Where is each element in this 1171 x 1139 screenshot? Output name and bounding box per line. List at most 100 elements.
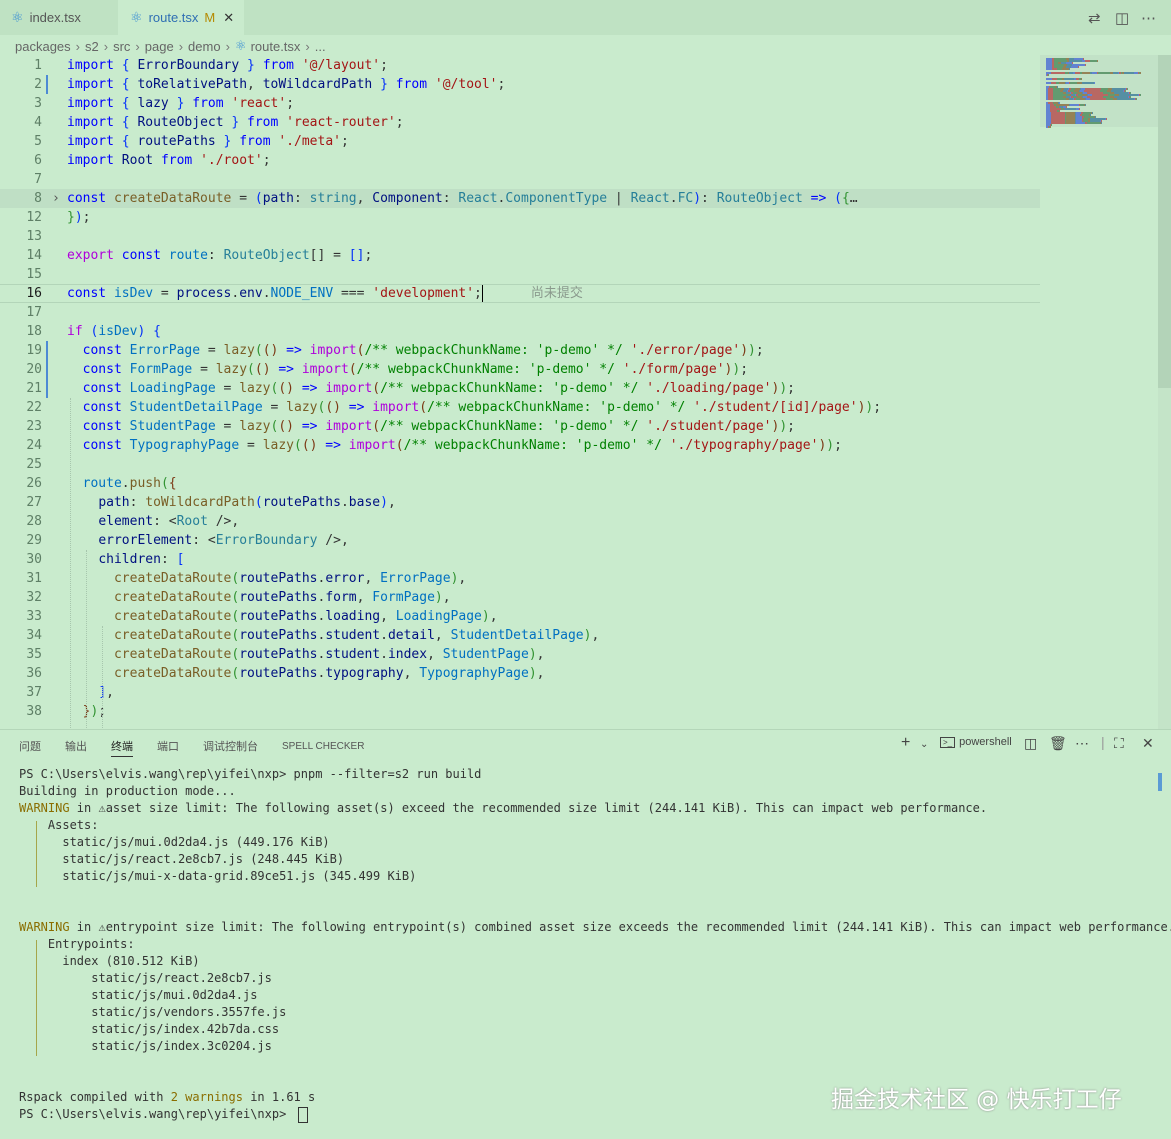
split-terminal-icon[interactable]: ◫ bbox=[1024, 735, 1037, 752]
minimap[interactable] bbox=[1040, 55, 1158, 128]
trash-icon[interactable]: 🗑 bbox=[1049, 735, 1067, 752]
breadcrumb-item[interactable]: s2 bbox=[85, 39, 99, 54]
code-line[interactable]: 37 ], bbox=[0, 683, 1040, 702]
code-line[interactable]: 1 import { ErrorBoundary } from '@/layout… bbox=[0, 56, 1040, 75]
code-line[interactable]: 13 bbox=[0, 227, 1040, 246]
terminal-text: static/js/index.42b7da.css bbox=[19, 1022, 280, 1036]
code-line[interactable]: 36 createDataRoute(routePaths.typography… bbox=[0, 664, 1040, 683]
code-line[interactable]: 32 createDataRoute(routePaths.form, Form… bbox=[0, 588, 1040, 607]
editor-scrollbar-thumb[interactable] bbox=[1158, 55, 1171, 388]
tab-output[interactable]: 输出 bbox=[65, 738, 87, 756]
code-token: 'p-demo' bbox=[575, 438, 639, 453]
maximize-panel-icon[interactable]: ⛶ bbox=[1114, 735, 1124, 752]
code-line[interactable]: 21 const LoadingPage = lazy (() => import… bbox=[0, 379, 1040, 398]
code-token: element bbox=[98, 514, 154, 529]
tab-spell-checker[interactable]: SPELL CHECKER bbox=[282, 738, 364, 756]
line-number: 20 bbox=[26, 362, 42, 377]
code-line[interactable]: 19 const ErrorPage = lazy(() => import(/… bbox=[0, 341, 1040, 360]
code-line[interactable]: 30 children: [ bbox=[0, 550, 1040, 569]
code-token: ) bbox=[740, 343, 749, 358]
terminal-text: static/js/mui.0d2da4.js bbox=[19, 988, 258, 1002]
code-token: RouteObject bbox=[716, 191, 803, 206]
more-actions-icon[interactable]: ⋯ bbox=[1075, 735, 1089, 752]
code-line[interactable]: 12}); bbox=[0, 208, 1040, 227]
breadcrumb-item[interactable]: route.tsx bbox=[251, 39, 301, 54]
code-token: < bbox=[168, 514, 177, 529]
code-line[interactable]: 14 export const route: RouteObject[] = []… bbox=[0, 246, 1040, 265]
terminal-text: Rspack compiled with bbox=[19, 1090, 171, 1104]
chevron-down-icon[interactable]: ⌄ bbox=[920, 739, 928, 750]
code-token: } bbox=[239, 58, 263, 73]
code-line[interactable]: 20 const FormPage = lazy(() => import(/*… bbox=[0, 360, 1040, 379]
code-token: : bbox=[153, 514, 169, 529]
more-actions-icon[interactable]: ⋯ bbox=[1141, 0, 1156, 35]
minimap-token bbox=[1082, 72, 1090, 74]
compare-changes-icon[interactable]: ⇄ bbox=[1088, 0, 1101, 35]
code-token: routePaths bbox=[239, 666, 318, 681]
code-line[interactable]: 17 bbox=[0, 303, 1040, 322]
breadcrumb-item[interactable]: demo bbox=[188, 39, 221, 54]
breadcrumb-item[interactable]: ... bbox=[315, 39, 326, 54]
code-line[interactable]: 29 errorElement: <ErrorBoundary />, bbox=[0, 531, 1040, 550]
code-token: import bbox=[309, 343, 357, 358]
line-number: 32 bbox=[26, 590, 42, 605]
breadcrumb-item[interactable]: packages bbox=[15, 39, 71, 54]
code-line[interactable]: 28 element: <Root />, bbox=[0, 512, 1040, 531]
code-text: const StudentDetailPage = lazy (() => imp… bbox=[67, 398, 881, 417]
terminal-text: static/js/index.3c0204.js bbox=[19, 1039, 272, 1053]
terminal-selector[interactable]: >_ powershell bbox=[940, 736, 1012, 748]
close-icon[interactable]: ✕ bbox=[223, 10, 234, 26]
code-token: import bbox=[301, 362, 349, 377]
tab-problems[interactable]: 问题 bbox=[19, 738, 41, 756]
code-editor[interactable]: 1 import { ErrorBoundary } from '@/layout… bbox=[0, 55, 1171, 730]
code-line[interactable]: 33 createDataRoute(routePaths.loading, L… bbox=[0, 607, 1040, 626]
code-token: React bbox=[630, 191, 670, 206]
code-token: => bbox=[294, 419, 326, 434]
new-terminal-icon[interactable]: + bbox=[901, 734, 910, 752]
breadcrumb-item[interactable]: src bbox=[113, 39, 130, 54]
code-line[interactable]: 34 createDataRoute(routePaths.student.de… bbox=[0, 626, 1040, 645]
code-token: ) bbox=[779, 381, 788, 396]
close-panel-icon[interactable]: ✕ bbox=[1142, 735, 1154, 752]
code-line[interactable]: 31 createDataRoute(routePaths.error, Err… bbox=[0, 569, 1040, 588]
line-number: 31 bbox=[26, 571, 42, 586]
code-line[interactable]: 18 if (isDev) { bbox=[0, 322, 1040, 341]
git-change-marker[interactable] bbox=[46, 341, 48, 398]
code-token: detail bbox=[387, 628, 435, 643]
code-line[interactable]: 4 import { RouteObject } from 'react-rout… bbox=[0, 113, 1040, 132]
code-line[interactable]: 8 › const createDataRoute = (path: string,… bbox=[0, 189, 1040, 208]
tab-ports[interactable]: 端口 bbox=[157, 738, 179, 756]
code-token: { bbox=[841, 191, 850, 206]
code-token: = bbox=[153, 286, 177, 301]
git-change-marker[interactable] bbox=[46, 75, 48, 94]
split-editor-icon[interactable]: ◫ bbox=[1115, 0, 1129, 35]
code-line[interactable]: 6 import Root from './root'; bbox=[0, 151, 1040, 170]
tab-index-tsx[interactable]: ⚛ index.tsx bbox=[0, 0, 118, 35]
code-line[interactable]: 26 route.push({ bbox=[0, 474, 1040, 493]
terminal-line: PS C:\Users\elvis.wang\rep\yifei\nxp> bbox=[19, 1106, 308, 1123]
code-line[interactable]: 15 bbox=[0, 265, 1040, 284]
terminal-line: Building in production mode... bbox=[19, 783, 236, 800]
fold-chevron-icon[interactable]: › bbox=[52, 189, 60, 208]
code-line[interactable]: 25 bbox=[0, 455, 1040, 474]
breadcrumb-item[interactable]: page bbox=[145, 39, 174, 54]
code-line[interactable]: 7 bbox=[0, 170, 1040, 189]
code-line[interactable]: 5 import { routePaths } from './meta'; bbox=[0, 132, 1040, 151]
code-line[interactable]: 2 import { toRelativePath, toWildcardPath… bbox=[0, 75, 1040, 94]
code-token: => bbox=[802, 191, 835, 206]
code-line[interactable]: 16 const isDev = process.env.NODE_ENV ===… bbox=[0, 284, 1040, 303]
code-line[interactable]: 23 const StudentPage = lazy (() => import… bbox=[0, 417, 1040, 436]
code-token: => bbox=[278, 343, 310, 358]
code-line[interactable]: 3 import { lazy } from 'react'; bbox=[0, 94, 1040, 113]
code-token: webpackChunkName: bbox=[434, 438, 576, 453]
tab-debug-console[interactable]: 调试控制台 bbox=[203, 738, 258, 756]
code-line[interactable]: 27 path: toWildcardPath(routePaths.base)… bbox=[0, 493, 1040, 512]
tab-terminal[interactable]: 终端 bbox=[111, 738, 133, 757]
tab-route-tsx[interactable]: ⚛ route.tsx M ✕ bbox=[118, 0, 244, 35]
terminal-line: index (810.512 KiB) bbox=[19, 953, 199, 970]
code-line[interactable]: 38 }); bbox=[0, 702, 1040, 721]
code-line[interactable]: 22 const StudentDetailPage = lazy (() => … bbox=[0, 398, 1040, 417]
code-line[interactable]: 24 const TypographyPage = lazy(() => imp… bbox=[0, 436, 1040, 455]
code-line[interactable]: 35 createDataRoute(routePaths.student.in… bbox=[0, 645, 1040, 664]
